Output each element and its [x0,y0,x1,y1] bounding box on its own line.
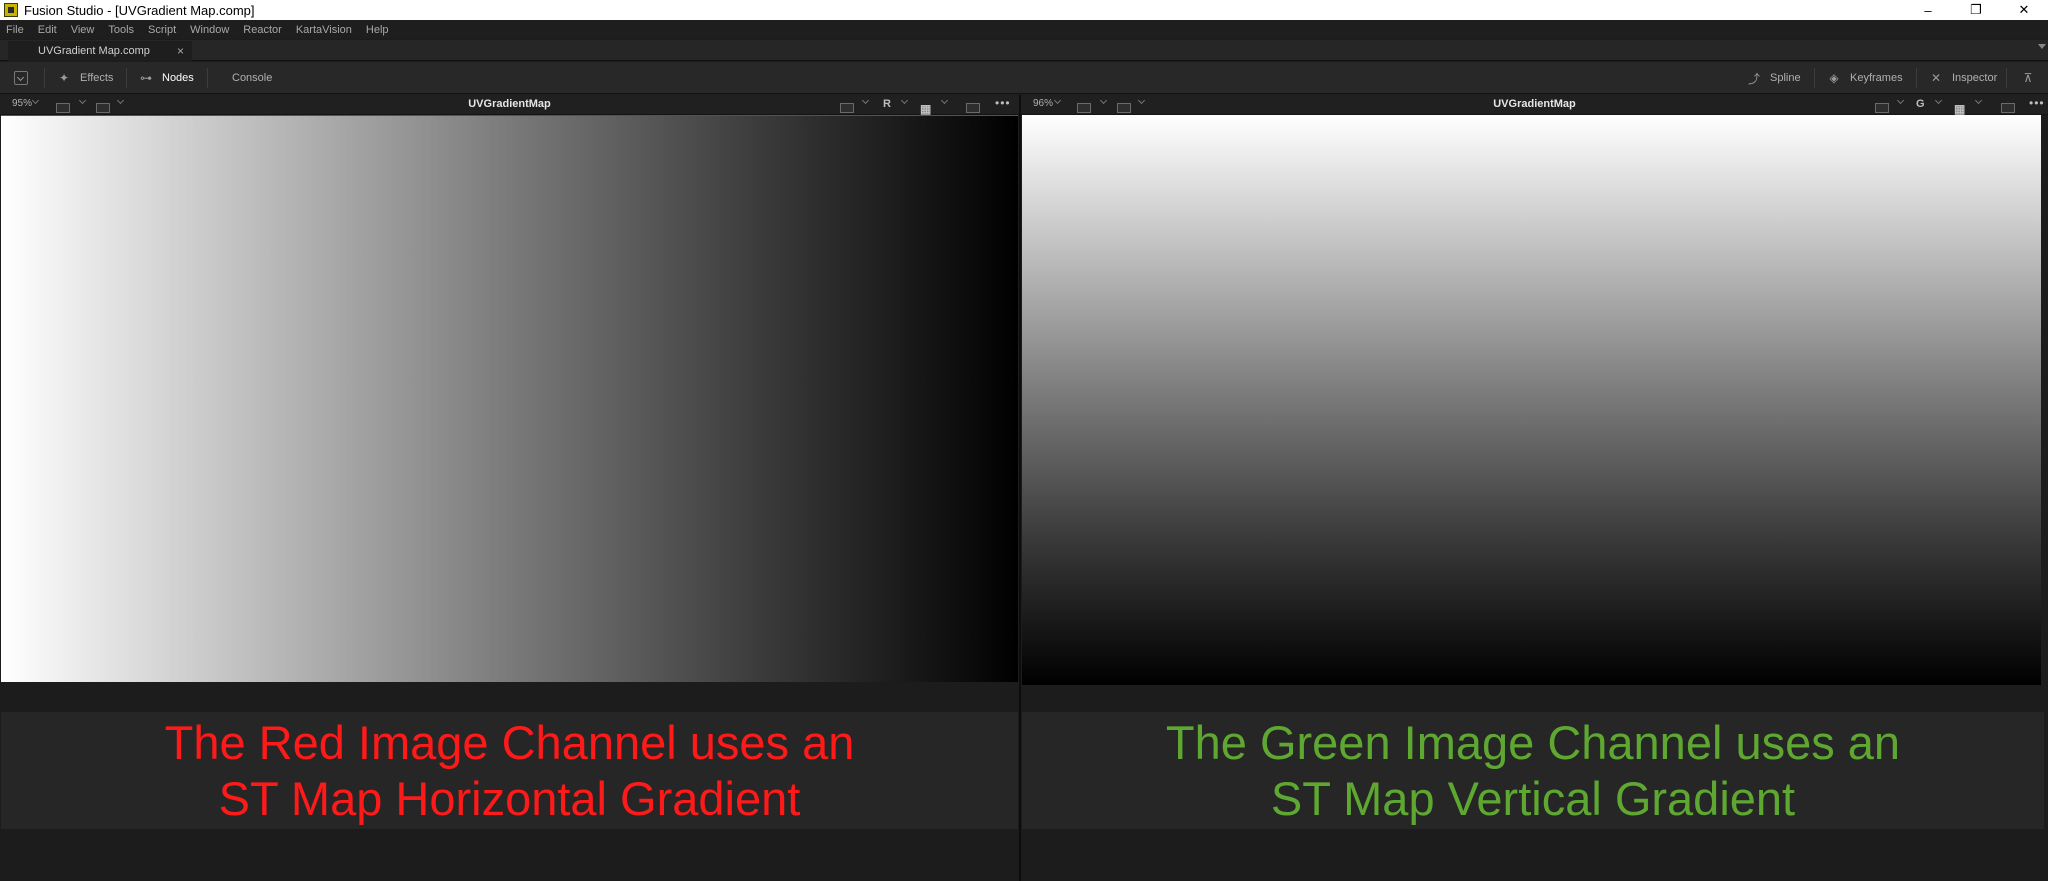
close-window-button[interactable]: ✕ [2000,0,2048,20]
menu-bar: File Edit View Tools Script Window React… [0,20,2048,39]
spline-icon: ⤴ [1747,71,1760,86]
inspector-icon: ✕ [1930,71,1942,85]
nodes-label: Nodes [162,72,194,84]
nodes-button[interactable]: ⊶ Nodes [138,62,194,94]
vertical-gradient-image [1022,115,2041,685]
menu-edit[interactable]: Edit [38,24,57,36]
spline-label: Spline [1770,72,1801,84]
fit-view-button[interactable] [2001,100,2015,113]
menu-view[interactable]: View [71,24,95,36]
menu-tools[interactable]: Tools [108,24,134,36]
nodes-icon: ⊶ [140,71,152,85]
grid-icon: ▦ [1954,102,1966,116]
menu-kartavision[interactable]: KartaVision [296,24,352,36]
fullscreen-icon: ⊼ [2023,71,2033,85]
fit-view-icon [2001,103,2015,113]
roi-icon [1875,103,1889,113]
green-channel-caption: The Green Image Channel uses an ST Map V… [1022,712,2044,829]
window-title: Fusion Studio - [UVGradient Map.comp] [24,2,255,18]
spline-button[interactable]: ⤴ Spline [1746,62,1801,94]
roi-button[interactable] [1875,100,1889,113]
console-button[interactable]: Console [232,62,272,94]
viewer-title: UVGradientMap [1493,98,1576,110]
close-tab-icon[interactable]: × [177,44,184,58]
viewer-splitter[interactable] [1019,95,1021,881]
keyframes-label: Keyframes [1850,72,1903,84]
menu-reactor[interactable]: Reactor [243,24,282,36]
keyframes-icon: ◈ [1829,71,1839,85]
effects-label: Effects [80,72,114,84]
toolbar-divider [44,68,45,88]
toolbar-divider [1814,68,1815,88]
fusion-app-icon [4,3,18,17]
tab-overflow-arrow-icon[interactable] [2038,44,2046,49]
viewer-header-left: 95% UVGradientMap R ▦ ••• [0,95,1019,116]
more-options-icon[interactable]: ••• [995,96,1011,110]
toolbar-divider [1916,68,1917,88]
menu-window[interactable]: Window [190,24,229,36]
channel-selector[interactable]: R [883,98,891,110]
restore-button[interactable]: ❐ [1952,0,2000,20]
collapse-panel-button[interactable] [14,71,28,85]
document-tab-bar: UVGradient Map.comp × [0,40,2048,61]
main-toolbar: ✦ Effects ⊶ Nodes Console ⤴ Spline ◈ Key… [0,62,2048,94]
toolbar-divider [2006,68,2007,88]
magic-wand-icon: ✦ [58,71,70,85]
caption-line: The Green Image Channel uses an [1165,715,1901,769]
channel-selector[interactable]: G [1916,98,1925,110]
caption-line: ST Map Horizontal Gradient [218,771,801,825]
more-options-icon[interactable]: ••• [2029,96,2045,110]
tab-uvgradient-map[interactable]: UVGradient Map.comp × [8,41,192,61]
menu-script[interactable]: Script [148,24,176,36]
effects-button[interactable]: ✦ Effects [56,62,113,94]
fullscreen-toggle-button[interactable]: ⊼ [2020,62,2044,94]
red-channel-caption: The Red Image Channel uses an ST Map Hor… [1,712,1018,829]
caption-line: The Red Image Channel uses an [164,715,855,769]
window-controls: – ❐ ✕ [1904,0,2048,20]
menu-help[interactable]: Help [366,24,389,36]
viewer-header-right: 96% UVGradientMap G ▦ ••• [1021,95,2048,116]
minimize-button[interactable]: – [1904,0,1952,20]
console-label: Console [232,72,273,84]
roi-button[interactable] [840,100,854,113]
menu-file[interactable]: File [6,24,24,36]
fit-view-icon [966,103,980,113]
roi-icon [840,103,854,113]
grid-icon: ▦ [920,102,932,116]
title-bar: Fusion Studio - [UVGradient Map.comp] – … [0,0,2048,20]
toolbar-divider [207,68,208,88]
fit-view-button[interactable] [966,100,980,113]
grid-button[interactable]: ▦ [1954,100,1965,116]
inspector-label: Inspector [1952,72,1998,84]
caption-line: ST Map Vertical Gradient [1270,771,1796,825]
keyframes-button[interactable]: ◈ Keyframes [1826,62,1903,94]
toolbar-divider [126,68,127,88]
tab-label: UVGradient Map.comp [38,45,150,57]
horizontal-gradient-image [1,115,1018,682]
grid-button[interactable]: ▦ [920,100,931,116]
inspector-button[interactable]: ✕ Inspector [1928,62,1997,94]
